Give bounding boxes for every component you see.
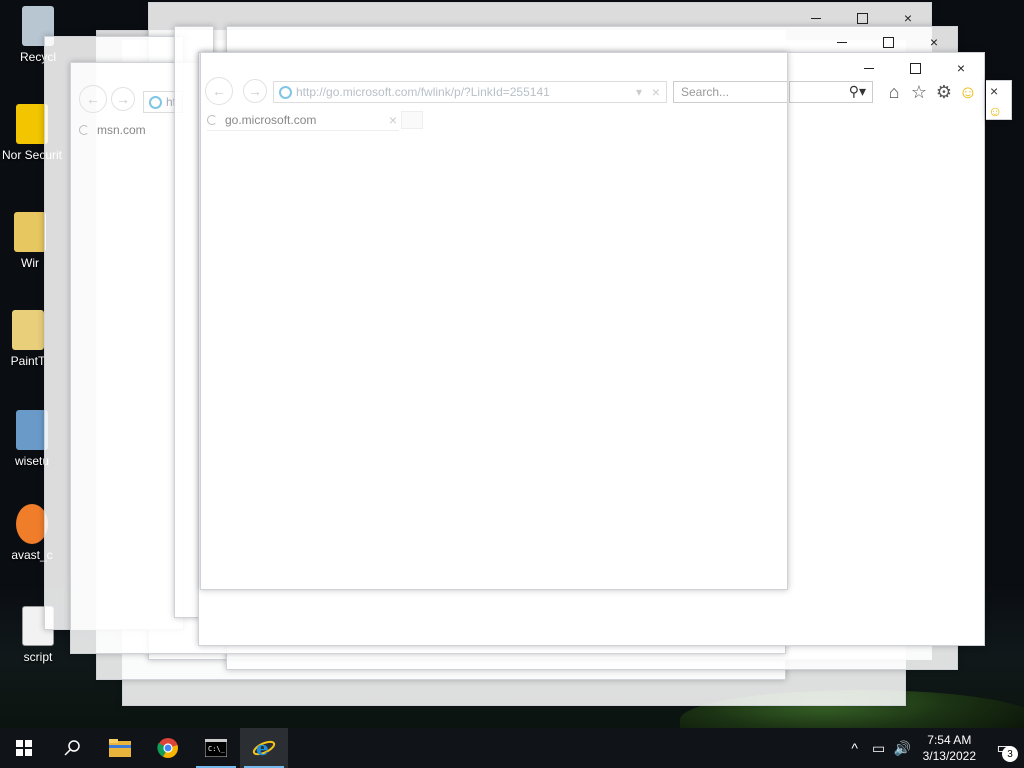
show-hidden-icons-chevron-up-icon[interactable]: ^ [843, 740, 867, 756]
taskbar-chrome[interactable] [144, 728, 192, 768]
tab-go-microsoft[interactable]: go.microsoft.com × [207, 109, 399, 131]
tab-msn[interactable]: msn.com [79, 119, 146, 141]
address-bar[interactable]: http://go.microsoft.com/fwlink/p/?LinkId… [273, 81, 667, 103]
taskbar-clock[interactable]: 7:54 AM 3/13/2022 [915, 732, 984, 764]
browser-window-front[interactable]: ← → http://go.microsoft.com/fwlink/p/?Li… [200, 52, 788, 590]
address-url: http://go.microsoft.com/fwlink/p/?LinkId… [296, 85, 550, 99]
desktop: Recycl Nor Securit Wir PaintT wisetu ava… [0, 0, 1024, 728]
command-prompt-icon: C:\_ [205, 739, 227, 757]
internet-explorer-icon: e [252, 736, 276, 760]
search-icon[interactable]: ⚲▾ [849, 83, 866, 100]
favorites-star-icon[interactable]: ☆ [908, 81, 930, 103]
loading-spinner-icon [207, 114, 217, 125]
settings-gear-icon[interactable]: ⚙ [933, 81, 955, 103]
action-center-button[interactable]: ▭ 3 [984, 728, 1024, 768]
close-button[interactable]: × [938, 53, 984, 83]
network-icon[interactable]: ▭ [867, 740, 891, 757]
chrome-icon [157, 738, 178, 758]
loading-spinner-icon [79, 125, 89, 135]
home-icon[interactable]: ⌂ [883, 81, 905, 103]
dropdown-arrow-icon[interactable]: ▾ [636, 85, 642, 99]
svg-text:e: e [256, 736, 269, 760]
system-tray: ^ ▭ 🔊 7:54 AM 3/13/2022 ▭ 3 [843, 728, 1024, 768]
forward-button[interactable]: → [111, 87, 135, 111]
feedback-smiley-icon[interactable]: ☺ [957, 81, 979, 103]
tab-title: go.microsoft.com [225, 112, 317, 127]
tab-close-icon[interactable]: × [389, 112, 397, 128]
volume-icon[interactable]: 🔊 [891, 740, 915, 757]
new-tab-button[interactable] [401, 111, 423, 129]
taskbar-file-explorer[interactable] [96, 728, 144, 768]
forward-button[interactable]: → [243, 79, 267, 103]
desktop-icon-label: script [23, 650, 53, 664]
notification-count-badge: 3 [1002, 746, 1018, 762]
feedback-smiley-icon[interactable]: ☺ [988, 103, 1002, 119]
close-button[interactable]: × [990, 83, 998, 99]
search-placeholder: Search... [681, 85, 730, 99]
taskbar: C:\_ e ^ ▭ 🔊 7:54 AM 3/13/2022 ▭ 3 [0, 728, 1024, 768]
maximize-button[interactable] [892, 53, 938, 83]
svg-text:C:\_: C:\_ [208, 745, 226, 753]
windows-logo-icon [16, 740, 32, 756]
ie-page-icon [149, 96, 162, 109]
back-button[interactable]: ← [79, 85, 107, 113]
ie-page-icon [279, 86, 292, 99]
clock-time: 7:54 AM [927, 733, 972, 747]
taskbar-command-prompt[interactable]: C:\_ [192, 728, 240, 768]
tab-title: msn.com [97, 123, 146, 137]
search-box-right[interactable]: ⚲▾ [789, 81, 873, 103]
folder-icon [14, 212, 46, 252]
window-caption-buttons: × [846, 53, 984, 83]
folder-icon [109, 739, 131, 757]
taskbar-internet-explorer[interactable]: e [240, 728, 288, 768]
back-button[interactable]: ← [205, 77, 233, 105]
folder-icon [12, 310, 44, 350]
minimize-button[interactable] [846, 53, 892, 83]
stop-x-icon[interactable]: × [652, 84, 660, 100]
taskbar-search-button[interactable] [48, 728, 96, 768]
clock-date: 3/13/2022 [922, 749, 976, 763]
search-icon [64, 740, 80, 756]
search-box[interactable]: Search... [673, 81, 787, 103]
start-button[interactable] [0, 728, 48, 768]
browser-window-edge[interactable]: × ☺ [986, 80, 1012, 120]
